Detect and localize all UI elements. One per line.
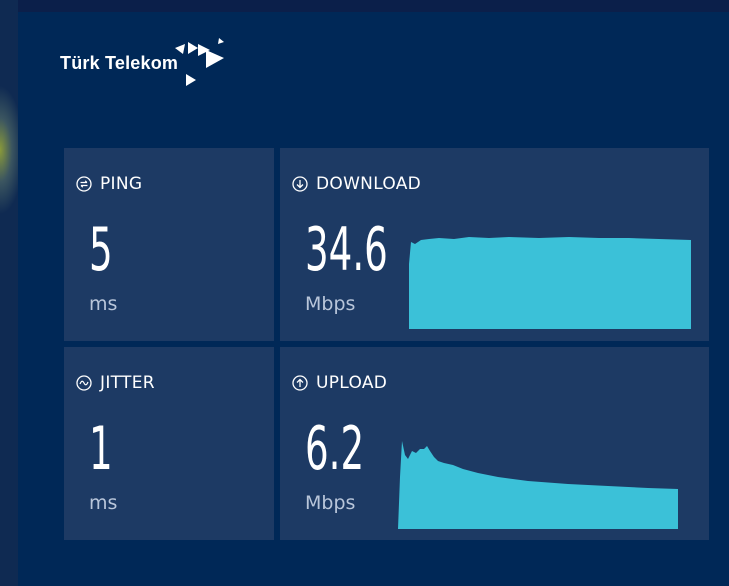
background-edge (0, 0, 18, 586)
upload-title: UPLOAD (292, 373, 387, 393)
arrow-down-circle-icon (292, 176, 308, 192)
brand-logo: Türk Telekom (60, 36, 240, 92)
brand-name: Türk Telekom (60, 53, 179, 73)
upload-value: 6.2 (305, 414, 365, 484)
upload-card: UPLOAD 6.2 Mbps (280, 347, 709, 540)
upload-unit: Mbps (305, 492, 356, 514)
ping-icon (76, 176, 92, 192)
download-title: DOWNLOAD (292, 174, 421, 194)
jitter-title: JITTER (76, 373, 155, 393)
ping-label: PING (100, 174, 143, 194)
upload-graph (398, 441, 678, 529)
ping-card: PING 5 ms (64, 148, 274, 341)
download-card: DOWNLOAD 34.6 Mbps (280, 148, 709, 341)
play-arrows-icon (175, 38, 224, 86)
jitter-label: JITTER (100, 373, 155, 393)
ping-unit: ms (89, 293, 118, 315)
jitter-unit: ms (89, 492, 118, 514)
jitter-value: 1 (89, 414, 113, 484)
upload-label: UPLOAD (316, 373, 388, 393)
ping-title: PING (76, 174, 142, 194)
arrow-up-circle-icon (292, 375, 308, 391)
ping-value: 5 (89, 215, 113, 285)
download-graph (409, 237, 691, 329)
download-value: 34.6 (305, 215, 388, 285)
download-label: DOWNLOAD (316, 174, 422, 194)
download-unit: Mbps (305, 293, 356, 315)
wave-circle-icon (76, 375, 92, 391)
jitter-card: JITTER 1 ms (64, 347, 274, 540)
